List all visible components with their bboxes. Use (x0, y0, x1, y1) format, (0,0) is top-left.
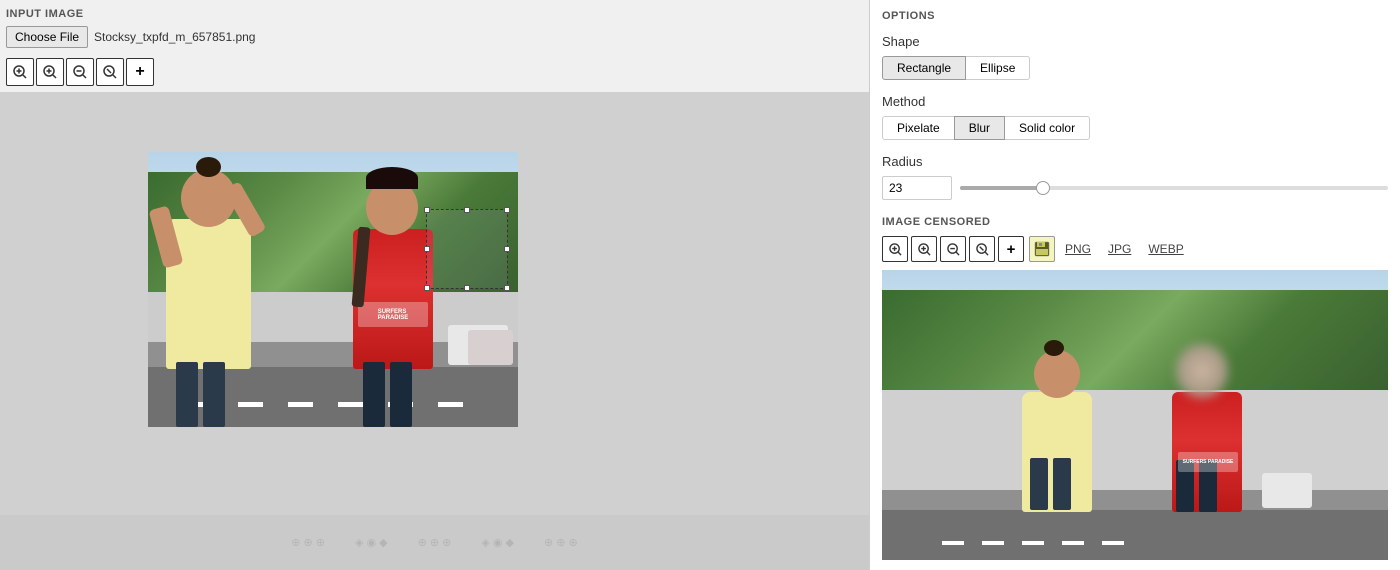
webp-format-button[interactable]: WEBP (1141, 239, 1190, 259)
handle-ml[interactable] (424, 246, 430, 252)
shape-rectangle-button[interactable]: Rectangle (882, 56, 966, 80)
file-row: Choose File Stocksy_txpfd_m_657851.png (6, 26, 863, 48)
radius-label: Radius (882, 154, 1388, 169)
censored-zoom-in-2-button[interactable] (911, 236, 937, 262)
left-panel: INPUT IMAGE Choose File Stocksy_txpfd_m_… (0, 0, 870, 570)
method-button-group: Pixelate Blur Solid color (882, 116, 1388, 140)
handle-tr[interactable] (504, 207, 510, 213)
watermark-5: ⊕ ⊕ ⊕ (544, 536, 578, 549)
watermark-4: ◈ ◉ ◆ (481, 536, 514, 549)
method-label: Method (882, 94, 1388, 109)
watermark-1: ⊕ ⊕ ⊕ (291, 536, 325, 549)
method-solid-color-button[interactable]: Solid color (1004, 116, 1090, 140)
options-title: OPTIONS (882, 10, 1388, 22)
handle-br[interactable] (504, 285, 510, 291)
method-blur-button[interactable]: Blur (954, 116, 1005, 140)
censored-preview: SURFERS PARADISE (882, 270, 1388, 560)
shape-ellipse-button[interactable]: Ellipse (965, 56, 1030, 80)
handle-bm[interactable] (464, 285, 470, 291)
zoom-out-icon (73, 65, 87, 79)
radius-row (882, 176, 1388, 200)
handle-tl[interactable] (424, 207, 430, 213)
selection-rectangle[interactable] (426, 209, 508, 289)
choose-file-button[interactable]: Choose File (6, 26, 88, 48)
censored-zoom-in-button[interactable] (882, 236, 908, 262)
radius-slider[interactable] (960, 186, 1388, 190)
png-format-button[interactable]: PNG (1058, 239, 1098, 259)
right-panel: OPTIONS Shape Rectangle Ellipse Method P… (870, 0, 1400, 570)
jpg-format-button[interactable]: JPG (1101, 239, 1138, 259)
slider-thumb[interactable] (1036, 181, 1050, 195)
add-region-button[interactable]: + (126, 58, 154, 86)
save-button[interactable] (1029, 236, 1055, 262)
handle-mr[interactable] (504, 246, 510, 252)
handle-bl[interactable] (424, 285, 430, 291)
filename-text: Stocksy_txpfd_m_657851.png (94, 30, 255, 44)
input-image-label: INPUT IMAGE (6, 8, 863, 20)
zoom-in-icon (13, 65, 27, 79)
zoom-fit-button[interactable] (96, 58, 124, 86)
watermark-bar: ⊕ ⊕ ⊕ ◈ ◉ ◆ ⊕ ⊕ ⊕ ◈ ◉ ◆ ⊕ ⊕ ⊕ (0, 515, 869, 570)
censored-zoom-out-button[interactable] (940, 236, 966, 262)
canvas-area[interactable]: SURFERSPARADISE ⊕ ⊕ ⊕ (0, 92, 869, 570)
slider-track (960, 186, 1046, 190)
watermark-3: ⊕ ⊕ ⊕ (418, 536, 452, 549)
censored-zoom-in-2-icon (918, 243, 931, 256)
censored-zoom-out-icon (947, 243, 960, 256)
input-image-container: SURFERSPARADISE (148, 152, 518, 427)
censored-zoom-fit-icon (976, 243, 989, 256)
radius-input[interactable] (882, 176, 952, 200)
censored-zoom-in-icon (889, 243, 902, 256)
shape-label: Shape (882, 34, 1388, 49)
handle-tm[interactable] (464, 207, 470, 213)
watermark-2: ◈ ◉ ◆ (355, 536, 388, 549)
method-pixelate-button[interactable]: Pixelate (882, 116, 955, 140)
censored-zoom-fit-button[interactable] (969, 236, 995, 262)
input-header: INPUT IMAGE Choose File Stocksy_txpfd_m_… (0, 0, 869, 58)
zoom-in-2-button[interactable] (36, 58, 64, 86)
zoom-in-2-icon (43, 65, 57, 79)
zoom-fit-icon (103, 65, 117, 79)
save-icon (1034, 241, 1050, 257)
image-censored-title: IMAGE CENSORED (882, 216, 1388, 228)
zoom-toolbar-left: + (0, 58, 869, 92)
shape-button-group: Rectangle Ellipse (882, 56, 1388, 80)
censored-toolbar: + PNG JPG WEBP (882, 236, 1388, 262)
censored-add-button[interactable]: + (998, 236, 1024, 262)
zoom-out-button[interactable] (66, 58, 94, 86)
zoom-in-button[interactable] (6, 58, 34, 86)
